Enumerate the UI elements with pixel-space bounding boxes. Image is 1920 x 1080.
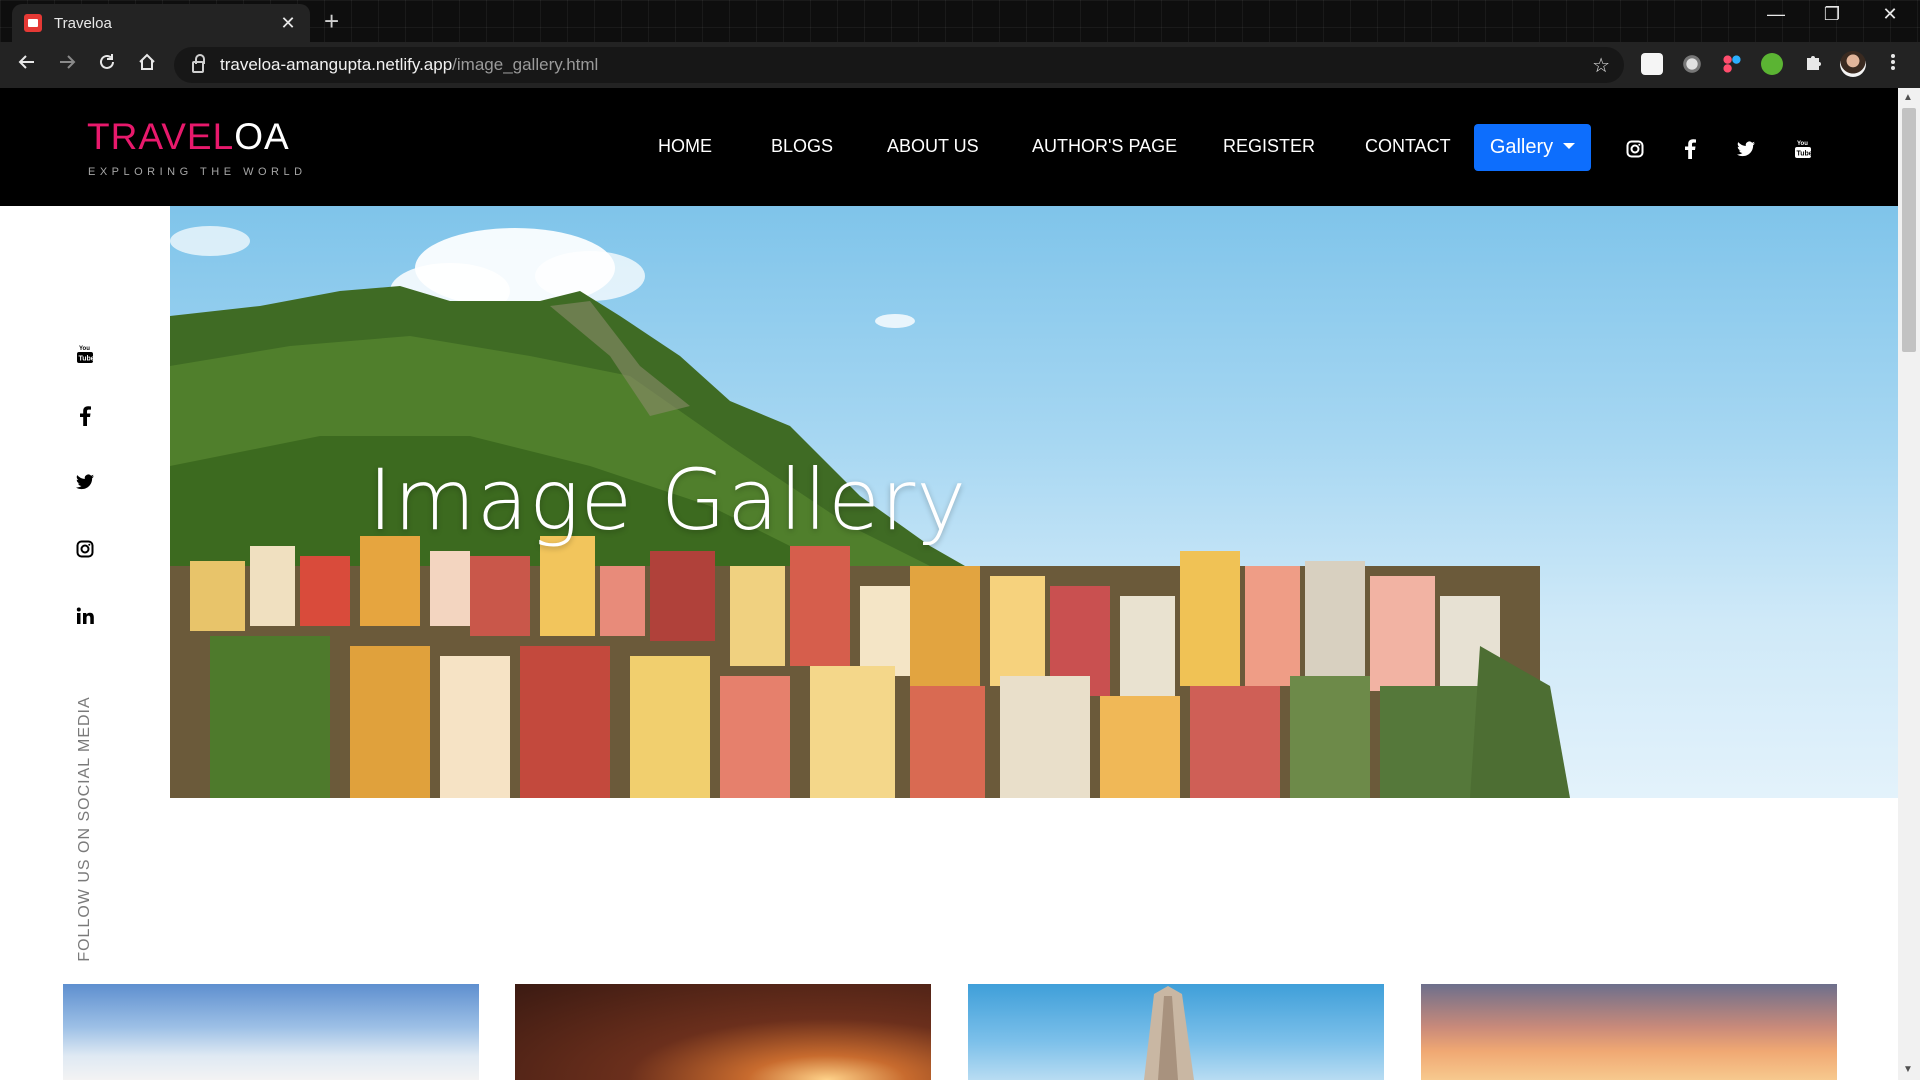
caret-down-icon bbox=[1563, 142, 1576, 149]
social-sidebar: You Tube FOLLOW US ON SOCIAL MEDIA bbox=[0, 214, 170, 994]
follow-us-label: FOLLOW US ON SOCIAL MEDIA bbox=[76, 696, 93, 962]
youtube-icon[interactable]: You Tube bbox=[72, 341, 98, 367]
site-navbar: TRAVELOA EXPLORING THE WORLD HOME BLOGS … bbox=[0, 88, 1898, 206]
extensions-puzzle-icon[interactable] bbox=[1800, 52, 1826, 78]
close-tab-icon[interactable]: ✕ bbox=[278, 13, 298, 34]
profile-avatar[interactable] bbox=[1840, 51, 1866, 77]
gallery-thumbnail-canyon[interactable] bbox=[515, 984, 931, 1080]
flatiron-building-image bbox=[1144, 986, 1194, 1080]
logo-part-1: TRAVEL bbox=[87, 116, 235, 157]
scroll-down-arrow-icon[interactable]: ▼ bbox=[1903, 1064, 1913, 1075]
url-host: traveloa-amangupta.netlify.app bbox=[220, 55, 453, 74]
village-houses bbox=[170, 536, 1570, 798]
address-bar[interactable]: traveloa-amangupta.netlify.app /image_ga… bbox=[174, 47, 1624, 83]
gallery-button-label: Gallery bbox=[1489, 136, 1554, 158]
nav-home[interactable]: HOME bbox=[658, 136, 712, 157]
reload-icon[interactable] bbox=[94, 52, 120, 78]
web-page: TRAVELOA EXPLORING THE WORLD HOME BLOGS … bbox=[0, 88, 1898, 1080]
twitter-icon[interactable] bbox=[72, 469, 98, 495]
svg-text:Tube: Tube bbox=[1797, 151, 1813, 158]
extension-gear-icon[interactable] bbox=[1681, 53, 1703, 75]
browser-toolbar: traveloa-amangupta.netlify.app /image_ga… bbox=[0, 42, 1920, 88]
site-logo[interactable]: TRAVELOA bbox=[87, 116, 290, 158]
forward-icon[interactable] bbox=[54, 52, 80, 78]
gallery-thumbnail-snow-mountain[interactable] bbox=[63, 984, 479, 1080]
scroll-up-arrow-icon[interactable]: ▲ bbox=[1903, 92, 1913, 103]
hero-title: Image Gallery bbox=[368, 451, 968, 549]
page-scrollbar[interactable]: ▲ ▼ bbox=[1898, 88, 1920, 1080]
bookmark-star-icon[interactable]: ☆ bbox=[1592, 53, 1610, 78]
logo-part-2: OA bbox=[234, 116, 290, 157]
browser-menu-icon[interactable] bbox=[1880, 52, 1906, 78]
site-favicon-icon bbox=[24, 14, 42, 32]
scrollbar-thumb[interactable] bbox=[1902, 108, 1916, 352]
extension-plus-icon[interactable] bbox=[1761, 53, 1783, 75]
site-tagline: EXPLORING THE WORLD bbox=[88, 166, 307, 178]
nav-contact[interactable]: CONTACT bbox=[1365, 136, 1451, 157]
instagram-icon[interactable] bbox=[1624, 138, 1646, 160]
browser-tab-bar: Traveloa ✕ + — ❐ ✕ bbox=[0, 0, 1920, 42]
new-tab-button[interactable]: + bbox=[324, 6, 339, 37]
close-window-button[interactable]: ✕ bbox=[1866, 4, 1914, 25]
restore-button[interactable]: ❐ bbox=[1808, 4, 1856, 25]
lock-icon[interactable] bbox=[192, 54, 205, 73]
back-icon[interactable] bbox=[14, 52, 40, 78]
minimize-button[interactable]: — bbox=[1752, 4, 1800, 25]
facebook-icon[interactable] bbox=[1679, 138, 1701, 160]
nav-about-us[interactable]: ABOUT US bbox=[887, 136, 979, 157]
hero-banner: Image Gallery bbox=[170, 206, 1898, 798]
gallery-dropdown-button[interactable]: Gallery bbox=[1474, 124, 1591, 171]
browser-tab[interactable]: Traveloa ✕ bbox=[12, 4, 310, 42]
facebook-icon[interactable] bbox=[72, 403, 98, 429]
gallery-thumbnail-sunset[interactable] bbox=[1421, 984, 1837, 1080]
nav-authors-page[interactable]: AUTHOR'S PAGE bbox=[1032, 136, 1177, 157]
extension-figma-icon[interactable] bbox=[1721, 53, 1743, 75]
url-path: /image_gallery.html bbox=[452, 55, 599, 74]
youtube-icon[interactable]: You Tube bbox=[1792, 138, 1814, 160]
home-icon[interactable] bbox=[134, 52, 160, 78]
instagram-icon[interactable] bbox=[72, 536, 98, 562]
gallery-thumbnail-building[interactable] bbox=[968, 984, 1384, 1080]
tab-title: Traveloa bbox=[54, 14, 112, 32]
extension-calendar-icon[interactable] bbox=[1641, 53, 1663, 75]
svg-text:Tube: Tube bbox=[79, 356, 95, 363]
nav-register[interactable]: REGISTER bbox=[1223, 136, 1315, 157]
twitter-icon[interactable] bbox=[1735, 138, 1757, 160]
nav-blogs[interactable]: BLOGS bbox=[771, 136, 833, 157]
linkedin-icon[interactable] bbox=[72, 603, 98, 629]
svg-text:You: You bbox=[79, 346, 90, 352]
svg-text:You: You bbox=[1797, 141, 1808, 147]
